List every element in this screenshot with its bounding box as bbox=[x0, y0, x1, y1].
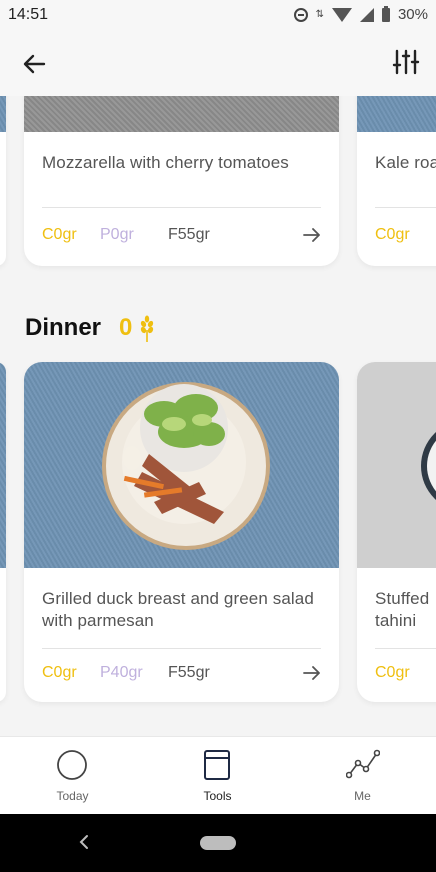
system-home-pill[interactable] bbox=[200, 836, 236, 850]
circle-icon bbox=[57, 750, 87, 780]
meal-photo bbox=[357, 96, 436, 132]
battery-percent: 30% bbox=[397, 6, 428, 23]
wifi-icon bbox=[331, 7, 352, 22]
nav-label: Tools bbox=[203, 789, 232, 803]
arrow-left-icon bbox=[23, 54, 46, 74]
fat-value: F55gr bbox=[168, 226, 210, 243]
system-back-icon[interactable] bbox=[78, 834, 90, 850]
nav-me[interactable]: Me bbox=[290, 737, 435, 815]
carbs-value: C0gr bbox=[375, 664, 410, 681]
graph-line-icon bbox=[346, 749, 380, 779]
status-bar: 14:51 ⇅ 30% bbox=[0, 0, 436, 30]
duck-salad-illustration bbox=[102, 382, 270, 550]
section-count: 0 bbox=[119, 314, 133, 341]
protein-value: P0gr bbox=[100, 226, 134, 243]
meal-photo bbox=[24, 96, 339, 132]
nav-label: Me bbox=[354, 789, 371, 803]
meal-photo bbox=[0, 96, 6, 132]
system-navigation-bar bbox=[0, 814, 436, 872]
meal-card-partial[interactable]: Stuffed tahini C0gr bbox=[357, 362, 436, 702]
meal-feed[interactable]: Mozzarella with cherry tomatoes C0gr P0g… bbox=[0, 96, 436, 736]
signal-icon bbox=[359, 7, 374, 22]
bottom-navigation: Today Tools Me bbox=[0, 736, 436, 815]
card-divider bbox=[375, 648, 436, 649]
battery-icon bbox=[381, 5, 390, 22]
meal-photo bbox=[0, 362, 6, 568]
meal-card[interactable]: Mozzarella with cherry tomatoes C0gr P0g… bbox=[24, 96, 339, 266]
top-app-bar bbox=[0, 30, 436, 96]
macros-row: C0gr bbox=[375, 226, 436, 244]
nav-tools[interactable]: Tools bbox=[145, 737, 290, 815]
meal-title: Stuffed tahini bbox=[375, 589, 430, 630]
meal-photo bbox=[357, 362, 436, 568]
carbs-value: C0gr bbox=[375, 226, 410, 243]
back-button[interactable] bbox=[18, 48, 50, 80]
card-divider bbox=[375, 207, 436, 208]
meal-card-partial[interactable] bbox=[0, 96, 6, 266]
arrow-right-icon[interactable] bbox=[303, 228, 321, 242]
meal-card-partial[interactable]: Kale roa C0gr bbox=[357, 96, 436, 266]
arrow-right-icon[interactable] bbox=[303, 666, 321, 680]
meal-card[interactable]: Grilled duck breast and green salad with… bbox=[24, 362, 339, 702]
meal-title: Kale roa bbox=[375, 153, 436, 172]
meal-title: Mozzarella with cherry tomatoes bbox=[42, 153, 289, 172]
card-divider bbox=[42, 207, 321, 208]
notebook-icon bbox=[204, 750, 230, 780]
card-divider bbox=[42, 648, 321, 649]
nav-label: Today bbox=[56, 789, 89, 803]
macros-row: C0gr P40gr F55gr bbox=[42, 664, 321, 682]
macros-row: C0gr P0gr F55gr bbox=[42, 226, 321, 244]
fat-value: F55gr bbox=[168, 664, 210, 681]
meal-photo bbox=[24, 362, 339, 568]
section-title: Dinner bbox=[25, 314, 102, 341]
sliders-icon bbox=[392, 49, 420, 75]
protein-value: P40gr bbox=[100, 664, 143, 681]
data-arrows-icon: ⇅ bbox=[315, 8, 324, 20]
carbs-value: C0gr bbox=[42, 226, 77, 243]
plate-illustration bbox=[421, 432, 436, 500]
wheat-icon bbox=[140, 315, 154, 342]
macros-row: C0gr bbox=[375, 664, 436, 682]
carbs-value: C0gr bbox=[42, 664, 77, 681]
meal-card-partial[interactable] bbox=[0, 362, 6, 702]
filter-button[interactable] bbox=[390, 46, 422, 78]
meal-title: Grilled duck breast and green salad with… bbox=[42, 589, 314, 630]
status-time: 14:51 bbox=[8, 6, 49, 23]
nav-today[interactable]: Today bbox=[0, 737, 145, 815]
do-not-disturb-icon bbox=[293, 7, 308, 22]
status-icons: ⇅ 30% bbox=[293, 5, 428, 23]
